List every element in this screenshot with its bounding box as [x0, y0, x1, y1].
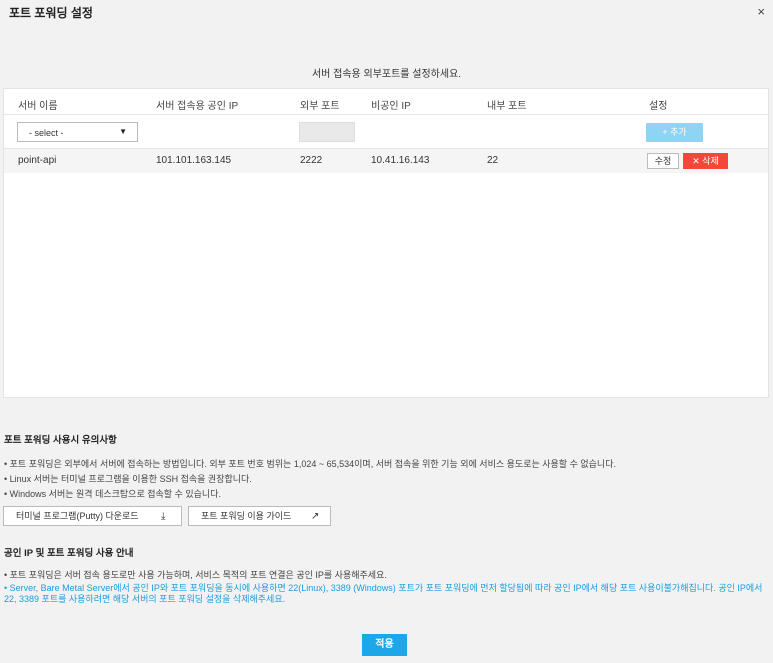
header-external-port: 외부 포트 — [300, 101, 340, 112]
notice2-item: • 포트 포워딩은 서버 접속 용도로만 사용 가능하며, 서비스 목적의 포트… — [4, 570, 387, 580]
delete-button[interactable]: ✕ 삭제 — [683, 153, 728, 169]
port-forwarding-table: 서버 이름 서버 접속용 공인 IP 외부 포트 비공인 IP 내부 포트 설정… — [3, 88, 769, 398]
chevron-down-icon: ▼ — [119, 127, 127, 136]
cell-server-name: point-api — [18, 155, 57, 166]
header-server-name: 서버 이름 — [18, 101, 58, 112]
external-link-icon: ↗ — [311, 511, 320, 522]
header-settings: 설정 — [649, 101, 668, 112]
notice-item: • Linux 서버는 터미널 프로그램을 이용한 SSH 접속을 권장합니다. — [4, 474, 252, 484]
cell-public-ip: 101.101.163.145 — [156, 155, 232, 166]
server-select-value: - select - — [29, 128, 64, 138]
header-divider — [4, 114, 768, 115]
notice-title: 포트 포워딩 사용시 유의사항 — [4, 435, 117, 446]
header-private-ip: 비공인 IP — [371, 101, 411, 112]
notice-item: • 포트 포워딩은 외부에서 서버에 접속하는 방법입니다. 외부 포트 번호 … — [4, 459, 616, 469]
cell-private-ip: 10.41.16.143 — [371, 155, 430, 166]
notice2-item-highlight: • Server, Bare Metal Server에서 공인 IP와 포트 … — [4, 583, 763, 604]
edit-button[interactable]: 수정 — [647, 153, 679, 169]
add-button[interactable]: + 추가 — [646, 123, 703, 142]
guide-label: 포트 포워딩 이용 가이드 — [201, 511, 292, 521]
notice2-title: 공인 IP 및 포트 포워딩 사용 안내 — [4, 548, 134, 559]
header-public-ip: 서버 접속용 공인 IP — [156, 101, 239, 112]
guide-button[interactable]: 포트 포워딩 이용 가이드 ↗ — [188, 506, 331, 526]
putty-download-button[interactable]: 터미널 프로그램(Putty) 다운로드 ⤓ — [3, 506, 182, 526]
subtitle: 서버 접속용 외부포트를 설정하세요. — [311, 69, 462, 80]
putty-download-label: 터미널 프로그램(Putty) 다운로드 — [16, 511, 139, 521]
apply-button[interactable]: 적용 — [362, 634, 407, 656]
external-port-input[interactable] — [299, 122, 355, 142]
dialog-title: 포트 포워딩 설정 — [9, 6, 93, 20]
download-icon: ⤓ — [161, 511, 166, 522]
cell-external-port: 2222 — [300, 155, 323, 166]
cell-internal-port: 22 — [487, 155, 499, 166]
close-icon[interactable]: × — [757, 4, 765, 19]
header-internal-port: 내부 포트 — [487, 101, 527, 112]
notice-item: • Windows 서버는 원격 데스크탑으로 접속할 수 있습니다. — [4, 489, 221, 499]
server-select[interactable]: - select - ▼ — [17, 122, 138, 142]
